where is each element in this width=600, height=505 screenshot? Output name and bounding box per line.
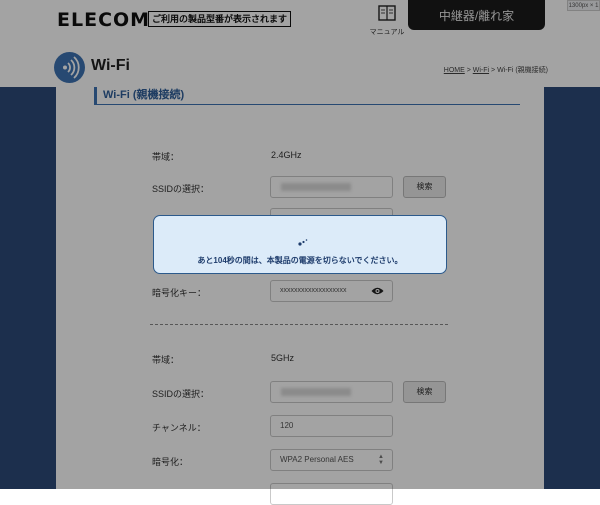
modal-message: あと104秒の間は、本製品の電源を切らないでください。 — [197, 256, 403, 265]
loading-spinner-icon — [298, 239, 308, 246]
progress-modal: あと104秒の間は、本製品の電源を切らないでください。 — [153, 215, 447, 274]
